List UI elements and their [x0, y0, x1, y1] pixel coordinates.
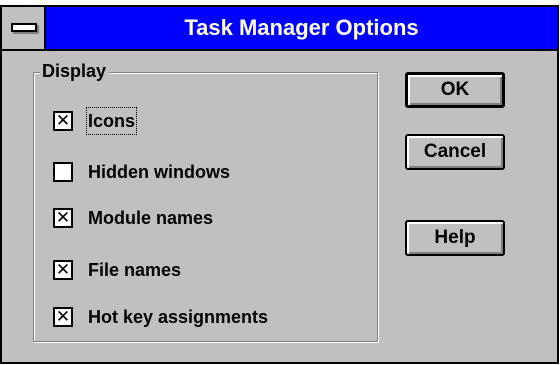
ok-button[interactable]: OK — [405, 72, 505, 108]
help-button[interactable]: Help — [405, 220, 505, 256]
title-bar: Task Manager Options — [2, 7, 557, 51]
file-names-checkbox[interactable]: ✕ — [53, 260, 73, 280]
hidden-windows-checkbox[interactable] — [53, 162, 73, 182]
window-title: Task Manager Options — [184, 15, 419, 40]
module-names-checkbox[interactable]: ✕ — [53, 208, 73, 228]
icons-label[interactable]: Icons — [85, 107, 138, 135]
hot-key-assignments-label[interactable]: Hot key assignments — [88, 305, 268, 329]
icons-checkbox[interactable]: ✕ — [53, 111, 73, 131]
file-names-label[interactable]: File names — [88, 258, 181, 282]
system-menu-button[interactable] — [2, 7, 46, 49]
hot-key-assignments-checkbox[interactable]: ✕ — [53, 307, 73, 327]
cancel-button[interactable]: Cancel — [405, 134, 505, 170]
module-names-label[interactable]: Module names — [88, 206, 213, 230]
hidden-windows-label[interactable]: Hidden windows — [88, 160, 230, 184]
system-menu-icon — [11, 23, 37, 32]
display-group-label: Display — [40, 60, 110, 82]
